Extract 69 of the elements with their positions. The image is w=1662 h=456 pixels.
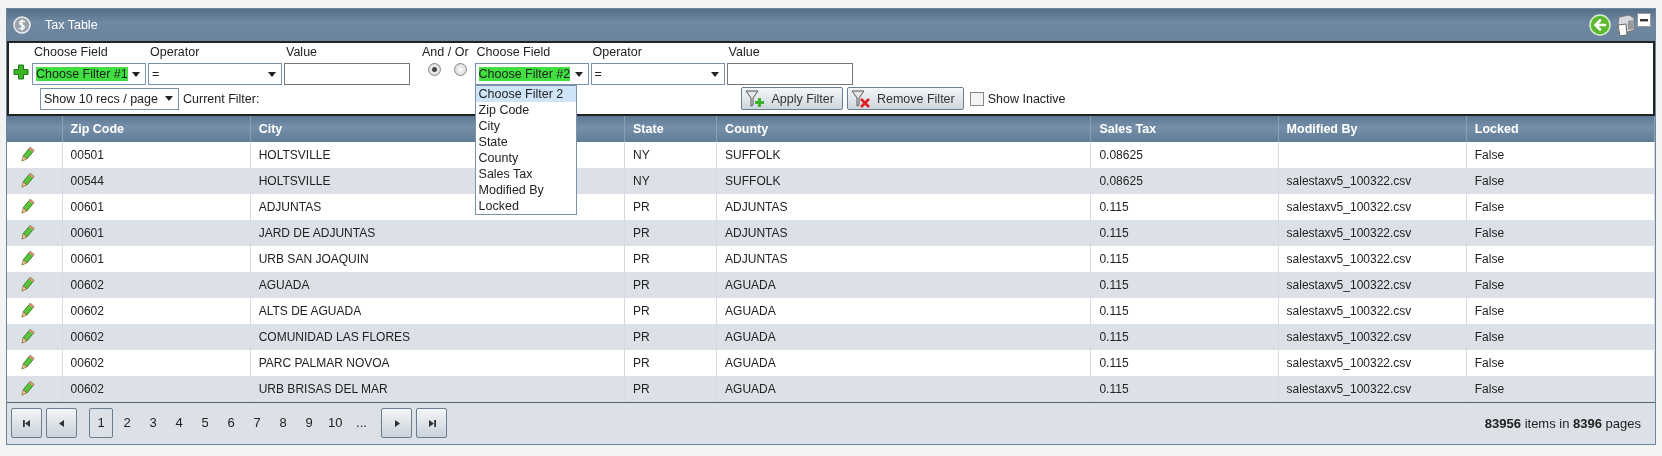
- pencil-icon[interactable]: [19, 225, 35, 241]
- radio-button[interactable]: [454, 63, 467, 76]
- operator-dropdown[interactable]: =: [148, 63, 282, 85]
- page-link[interactable]: 6: [219, 408, 243, 438]
- filter-remove-icon: [850, 89, 871, 108]
- field-dropdown[interactable]: Choose Filter #1: [32, 63, 146, 85]
- checkbox[interactable]: [969, 91, 984, 106]
- value-label: Value: [285, 45, 319, 61]
- value-field[interactable]: [284, 63, 410, 85]
- last-page-icon: [427, 419, 436, 427]
- pencil-icon[interactable]: [19, 277, 35, 293]
- add-icon[interactable]: [13, 64, 29, 80]
- operator-dropdown[interactable]: =: [590, 63, 725, 85]
- dropdown-option[interactable]: Zip Code: [475, 102, 576, 118]
- previous-page-icon: [57, 419, 66, 427]
- previous-page-button[interactable]: [46, 408, 77, 438]
- page-link[interactable]: 7: [245, 408, 269, 438]
- page-link[interactable]: 10: [323, 408, 348, 438]
- value-field[interactable]: [726, 63, 853, 85]
- dropdown-option[interactable]: Sales Tax: [475, 166, 576, 182]
- dropdown-option[interactable]: County: [475, 150, 576, 166]
- field-label: Choose Field: [33, 45, 109, 61]
- page-link[interactable]: 4: [167, 408, 191, 438]
- checkbox-label: Show Inactive: [987, 91, 1066, 106]
- pencil-icon[interactable]: [19, 173, 35, 189]
- apply-filter-button[interactable]: Apply Filter: [741, 87, 843, 110]
- filter-add-icon: [745, 89, 766, 108]
- field-dropdown[interactable]: Choose Filter #2: [474, 63, 589, 85]
- page-link[interactable]: 2: [115, 408, 139, 438]
- pager-summary: 83956 items in 8396 pages: [1484, 415, 1641, 431]
- first-page-button[interactable]: [11, 408, 42, 438]
- operator-label: Operator: [149, 45, 201, 61]
- dropdown-option[interactable]: City: [475, 118, 576, 134]
- pencil-icon[interactable]: [19, 199, 35, 215]
- pencil-icon[interactable]: [19, 251, 35, 267]
- last-page-button[interactable]: [416, 408, 448, 438]
- caret-icon: [165, 96, 173, 101]
- value-label: Value: [727, 45, 761, 61]
- next-page-button[interactable]: [381, 408, 413, 438]
- pencil-icon[interactable]: [19, 303, 35, 319]
- page-link[interactable]: 3: [141, 408, 165, 438]
- page-link[interactable]: 8: [271, 408, 295, 438]
- next-page-icon: [392, 419, 401, 427]
- pencil-icon[interactable]: [19, 355, 35, 371]
- pencil-icon[interactable]: [19, 329, 35, 345]
- dropdown-option[interactable]: Choose Filter 2: [475, 86, 576, 102]
- radio-button[interactable]: [428, 63, 441, 76]
- page-link[interactable]: 5: [193, 408, 217, 438]
- current-filter-label: Current Filter:: [183, 91, 260, 106]
- more-pages-link[interactable]: ...: [349, 408, 374, 438]
- caret-icon: [132, 71, 140, 77]
- page-link[interactable]: 1: [89, 408, 113, 438]
- page-size-dropdown[interactable]: Show 10 recs / page: [40, 87, 179, 110]
- dollar-icon: [13, 16, 31, 34]
- window-title: Tax Table: [45, 18, 98, 32]
- operator-label: Operator: [591, 45, 643, 61]
- pencil-icon[interactable]: [19, 381, 35, 397]
- caret-icon: [268, 71, 276, 77]
- minimize-icon[interactable]: [1637, 13, 1651, 27]
- remove-filter-button[interactable]: Remove Filter: [846, 87, 964, 110]
- dropdown-option[interactable]: Locked: [475, 198, 576, 214]
- caret-icon: [574, 71, 583, 77]
- and-or-label: And / Or: [421, 45, 469, 61]
- printer-icon[interactable]: [1613, 13, 1635, 37]
- pencil-icon[interactable]: [19, 147, 35, 163]
- caret-icon: [710, 71, 719, 77]
- page-link[interactable]: 9: [297, 408, 321, 438]
- first-page-icon: [22, 419, 31, 427]
- field-label: Choose Field: [475, 45, 552, 61]
